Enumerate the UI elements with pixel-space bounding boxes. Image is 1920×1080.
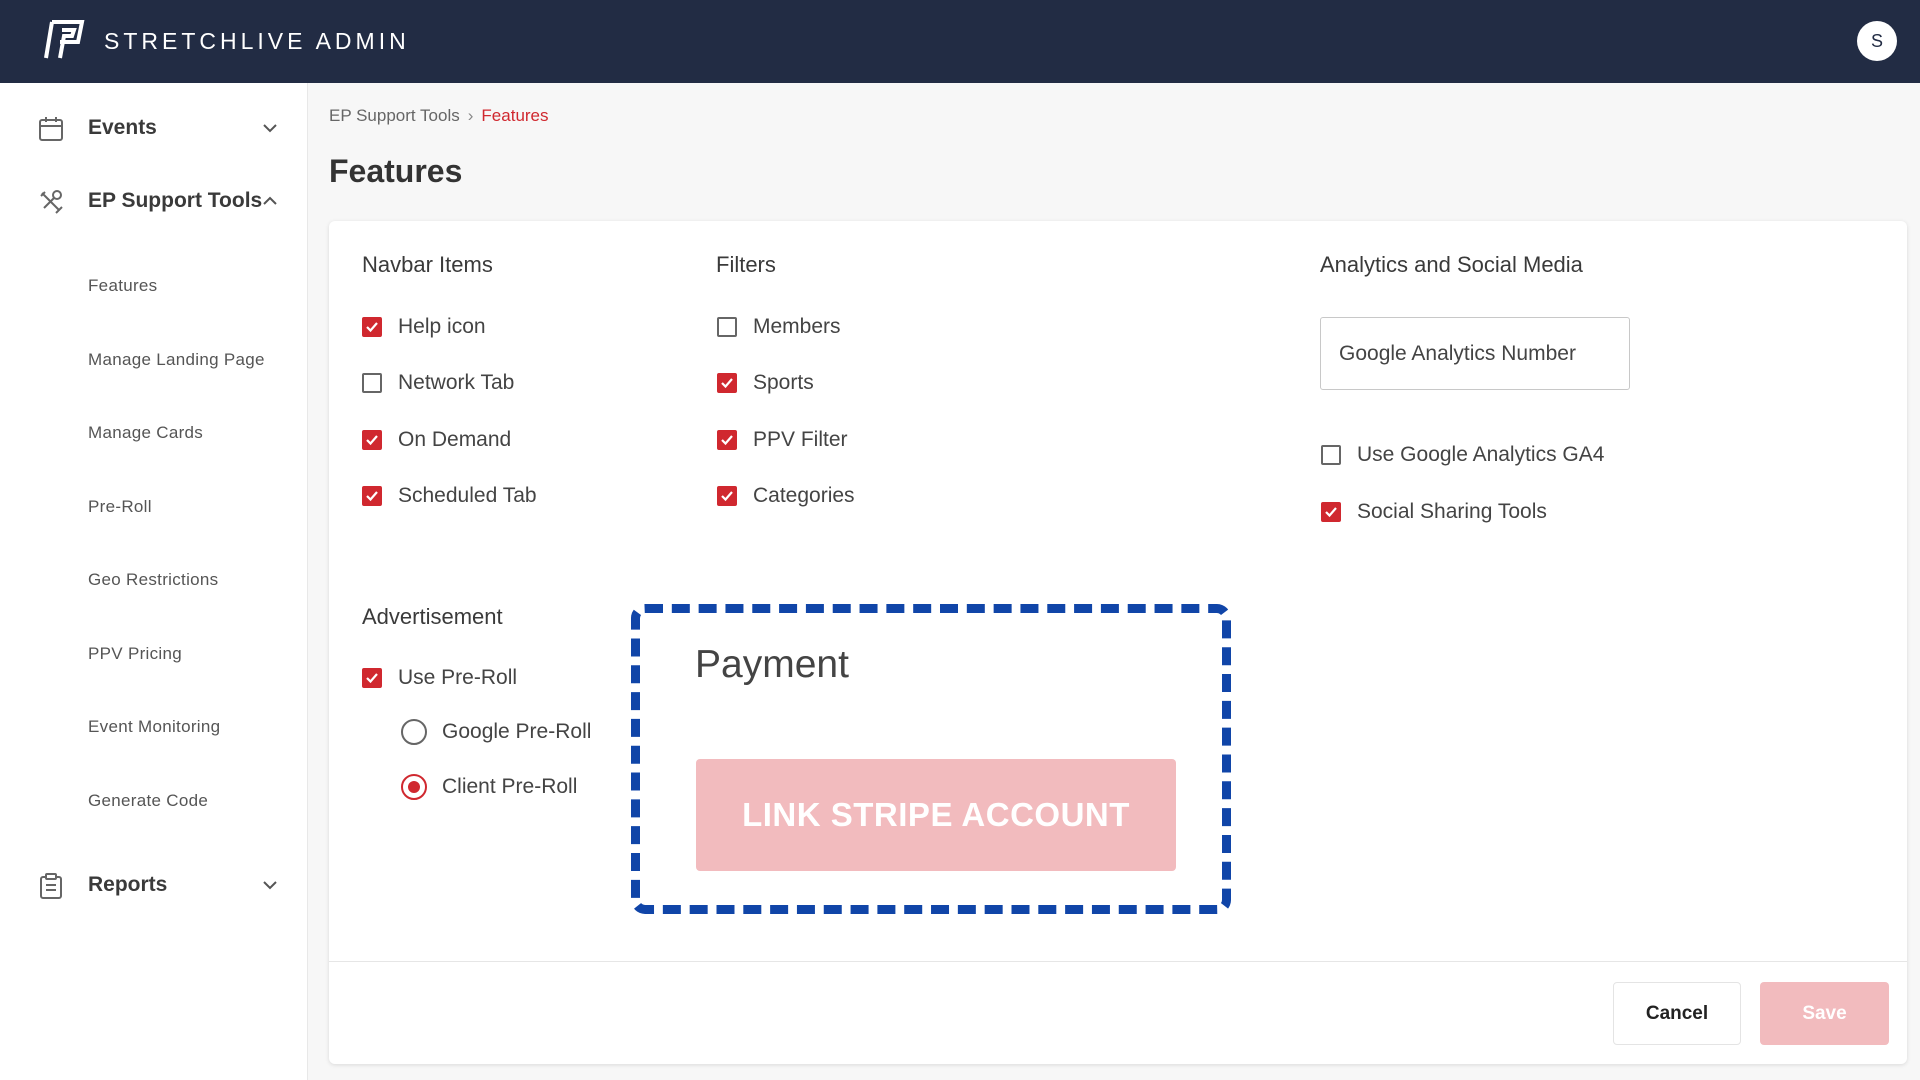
- checkmark-icon: [1325, 507, 1337, 518]
- sidebar-item-manage-landing-page[interactable]: Manage Landing Page: [88, 350, 265, 370]
- breadcrumb-separator: ›: [467, 106, 474, 125]
- radio-ring[interactable]: [401, 774, 427, 800]
- checkbox-box[interactable]: [362, 317, 382, 337]
- sidebar-group-events[interactable]: Events: [0, 103, 308, 153]
- checkbox-label: Use Google Analytics GA4: [1357, 443, 1605, 466]
- checkbox-box[interactable]: [362, 668, 382, 688]
- checkbox-label: Members: [753, 315, 841, 338]
- chevron-up-icon: [263, 196, 277, 205]
- navbar-items-title: Navbar Items: [362, 252, 493, 277]
- stretchlive-logo-icon: [44, 20, 85, 59]
- app-title: STRETCHLIVE ADMIN: [104, 28, 410, 54]
- page-title: Features: [329, 153, 463, 189]
- sidebar-item-pre-roll[interactable]: Pre-Roll: [88, 497, 152, 517]
- checkbox-label: Sports: [753, 371, 814, 394]
- checkbox-box[interactable]: [362, 486, 382, 506]
- sidebar-group-label: Reports: [88, 873, 168, 896]
- link-stripe-account-button[interactable]: LINK STRIPE ACCOUNT: [696, 759, 1176, 871]
- sidebar-group-ep-support-tools[interactable]: EP Support Tools: [0, 176, 308, 226]
- checkbox-label: Network Tab: [398, 371, 515, 394]
- checkmark-icon: [721, 491, 733, 502]
- analytics-title: Analytics and Social Media: [1320, 252, 1583, 277]
- filters-title: Filters: [716, 252, 776, 277]
- sidebar-item-manage-cards[interactable]: Manage Cards: [88, 423, 203, 443]
- checkbox-box[interactable]: [717, 373, 737, 393]
- checkbox-box[interactable]: [1321, 502, 1341, 522]
- sidebar-group-reports[interactable]: Reports: [0, 860, 308, 910]
- chevron-down-icon: [263, 881, 277, 890]
- radio-label: Google Pre-Roll: [442, 720, 592, 743]
- checkmark-icon: [366, 435, 378, 446]
- checkbox-box[interactable]: [362, 373, 382, 393]
- checkbox-label: Scheduled Tab: [398, 484, 537, 507]
- google-analytics-number-input[interactable]: [1320, 317, 1630, 390]
- breadcrumb: EP Support Tools › Features: [329, 106, 549, 126]
- checkmark-icon: [721, 435, 733, 446]
- breadcrumb-current: Features: [481, 106, 549, 125]
- sidebar-item-event-monitoring[interactable]: Event Monitoring: [88, 717, 220, 737]
- sidebar-group-label: EP Support Tools: [88, 189, 263, 212]
- checkbox-box[interactable]: [1321, 445, 1341, 465]
- radio-ring[interactable]: [401, 719, 427, 745]
- checkbox-label: PPV Filter: [753, 428, 848, 451]
- checkmark-icon: [721, 378, 733, 389]
- checkbox-label: Use Pre-Roll: [398, 666, 518, 689]
- checkmark-icon: [366, 673, 378, 684]
- checkbox-label: Help icon: [398, 315, 486, 338]
- sidebar-item-generate-code[interactable]: Generate Code: [88, 791, 208, 811]
- sidebar-item-ppv-pricing[interactable]: PPV Pricing: [88, 644, 182, 664]
- chevron-down-icon: [263, 124, 277, 133]
- user-avatar[interactable]: S: [1857, 21, 1897, 61]
- sidebar-item-features[interactable]: Features: [88, 276, 158, 296]
- calendar-icon: [39, 117, 63, 141]
- sidebar-item-geo-restrictions[interactable]: Geo Restrictions: [88, 570, 218, 590]
- save-button[interactable]: Save: [1760, 982, 1889, 1045]
- sidebar-group-label: Events: [88, 116, 157, 139]
- advertisement-title: Advertisement: [362, 604, 503, 629]
- checkbox-box[interactable]: [717, 486, 737, 506]
- checkbox-label: Social Sharing Tools: [1357, 500, 1547, 523]
- checkbox-box[interactable]: [717, 317, 737, 337]
- checkbox-box[interactable]: [362, 430, 382, 450]
- breadcrumb-parent-link[interactable]: EP Support Tools: [329, 106, 460, 125]
- payment-title: Payment: [695, 643, 849, 686]
- checkbox-label: On Demand: [398, 428, 512, 451]
- cancel-button[interactable]: Cancel: [1613, 982, 1741, 1045]
- checkmark-icon: [366, 322, 378, 333]
- clipboard-icon: [40, 873, 62, 899]
- tools-icon: [40, 190, 63, 214]
- radio-selected-dot: [408, 781, 420, 793]
- top-bar: STRETCHLIVE ADMIN S: [0, 0, 1920, 83]
- radio-label: Client Pre-Roll: [442, 775, 578, 798]
- checkmark-icon: [366, 491, 378, 502]
- card-footer-divider: [329, 961, 1907, 962]
- checkbox-box[interactable]: [717, 430, 737, 450]
- sidebar: Events EP Support Tools Features Manage …: [0, 83, 308, 1080]
- checkbox-label: Categories: [753, 484, 855, 507]
- features-card: Navbar Items Help icon Network Tab On De…: [329, 221, 1907, 1064]
